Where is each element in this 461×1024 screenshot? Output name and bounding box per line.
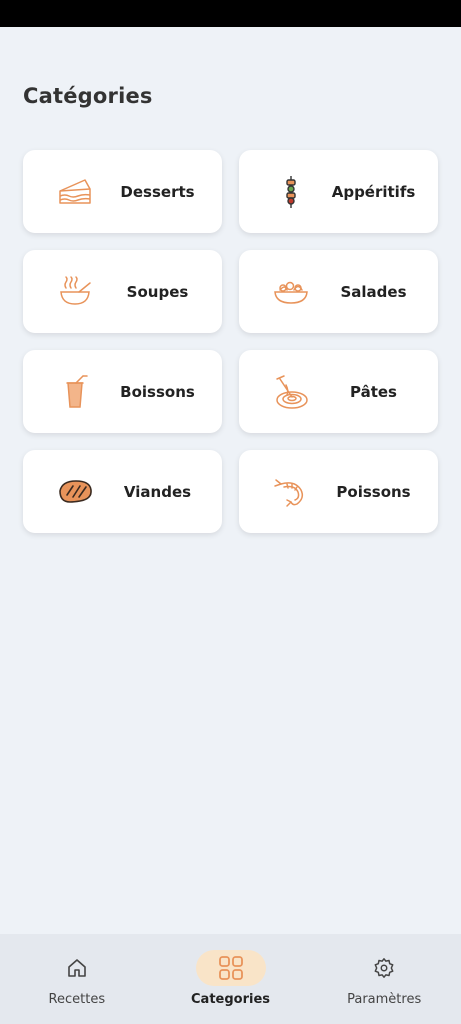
category-card-soupes[interactable]: Soupes [23, 250, 222, 333]
shrimp-icon [271, 472, 311, 512]
category-label: Poissons [336, 482, 411, 501]
gear-icon [349, 950, 419, 986]
category-card-pates[interactable]: Pâtes [239, 350, 438, 433]
category-card-boissons[interactable]: Boissons [23, 350, 222, 433]
cake-slice-icon [55, 172, 95, 212]
salad-bowl-icon [271, 272, 311, 312]
grid-icon [195, 950, 266, 986]
category-label: Salades [340, 282, 407, 301]
page-title: Catégories [23, 84, 153, 108]
steak-icon [55, 472, 95, 512]
category-label: Soupes [126, 282, 189, 301]
nav-item-parametres[interactable]: Paramètres [307, 934, 461, 1024]
drink-glass-icon [55, 372, 95, 412]
nav-label: Paramètres [347, 992, 422, 1007]
nav-item-recettes[interactable]: Recettes [0, 934, 154, 1024]
category-label: Appéritifs [331, 182, 416, 201]
status-bar [0, 0, 461, 27]
skewer-icon [271, 172, 311, 212]
category-label: Viandes [123, 482, 192, 501]
category-card-aperitifs[interactable]: Appéritifs [239, 150, 438, 233]
pasta-fork-icon [271, 372, 311, 412]
category-label: Pâtes [350, 382, 397, 401]
nav-label: Recettes [48, 992, 106, 1007]
bottom-navigation: Recettes Categories Paramètres [0, 934, 461, 1024]
category-card-desserts[interactable]: Desserts [23, 150, 222, 233]
category-card-salades[interactable]: Salades [239, 250, 438, 333]
nav-item-categories[interactable]: Categories [154, 934, 308, 1024]
category-card-poissons[interactable]: Poissons [239, 450, 438, 533]
nav-label: Categories [191, 992, 271, 1007]
category-card-viandes[interactable]: Viandes [23, 450, 222, 533]
category-label: Boissons [120, 382, 195, 401]
category-label: Desserts [120, 182, 195, 201]
category-grid: Desserts Appéritifs Soupes Salades Boiss… [23, 150, 438, 533]
soup-bowl-icon [55, 272, 95, 312]
home-icon [42, 950, 112, 986]
